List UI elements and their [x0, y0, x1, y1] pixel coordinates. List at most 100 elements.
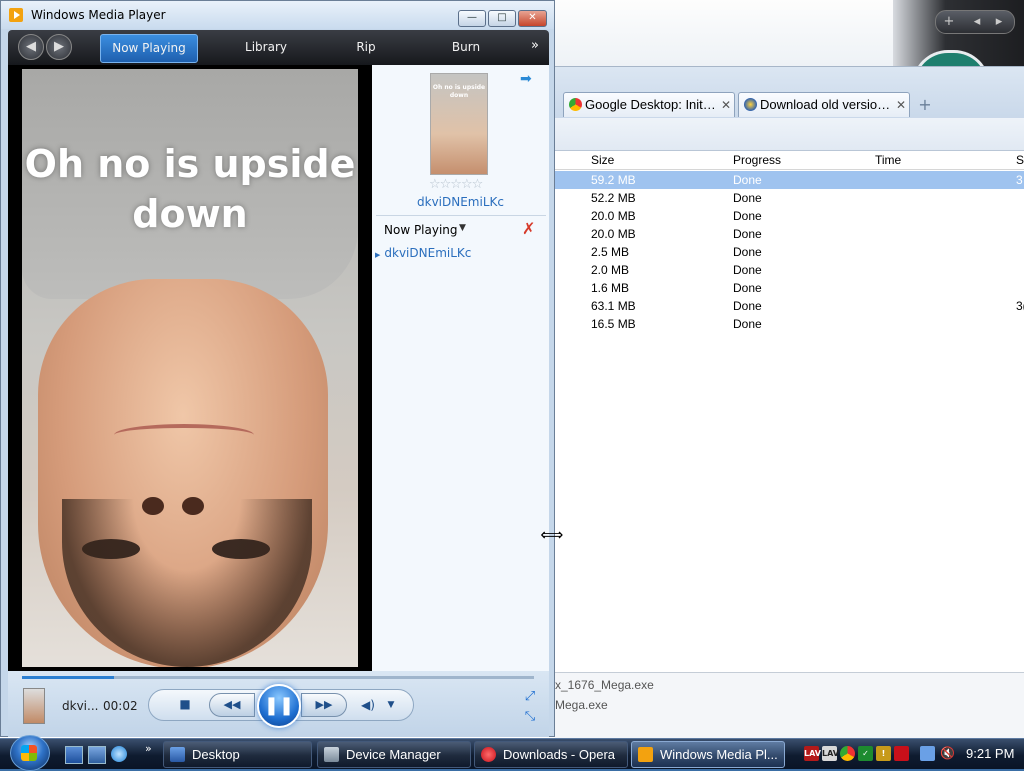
column-speed[interactable]: S	[1016, 153, 1024, 167]
star-rating[interactable]: ☆☆☆☆☆	[429, 177, 483, 192]
switch-to-skin-icon[interactable]: ⤡	[522, 709, 538, 725]
show-desktop-icon[interactable]	[65, 746, 83, 764]
table-row[interactable]: 20.0 MB Done	[555, 207, 1024, 225]
next-button[interactable]: ▶▶	[301, 693, 347, 717]
more-tabs-button[interactable]: »	[531, 38, 539, 53]
task-downloads-opera[interactable]: Downloads - Opera	[474, 741, 628, 768]
video-mouth	[114, 424, 254, 446]
opera-toolbar	[555, 118, 1024, 151]
clock[interactable]: 9:21 PM	[966, 746, 1014, 761]
taskbar: » Desktop Device Manager Downloads - Ope…	[0, 735, 1024, 771]
downloads-table: Size Progress Time S 59.2 MB Done 3 52.2 MB…	[555, 151, 1024, 671]
gadget-controls[interactable]: + ◂ ▸	[935, 10, 1015, 34]
stop-button[interactable]: ■	[177, 695, 193, 713]
start-button[interactable]	[10, 735, 50, 771]
table-row[interactable]: 52.2 MB Done	[555, 189, 1024, 207]
column-time[interactable]: Time	[875, 153, 901, 167]
playlist-item[interactable]: ▶ dkviDNEmiLKc	[375, 246, 471, 260]
task-desktop[interactable]: Desktop	[163, 741, 312, 768]
size-cell: 1.6 MB	[591, 281, 630, 295]
checkmark-icon[interactable]: ✓	[858, 746, 873, 761]
lav-icon[interactable]: LAV	[804, 746, 821, 761]
table-row[interactable]: 63.1 MB Done 3(	[555, 297, 1024, 315]
video-display[interactable]: Oh no is upside down	[22, 69, 358, 667]
size-cell: 20.0 MB	[591, 209, 636, 223]
volume-muted-icon[interactable]: 🔇	[940, 746, 955, 761]
size-cell: 2.5 MB	[591, 245, 630, 259]
tab-label: Download old versions ...	[760, 97, 893, 112]
network-icon[interactable]	[920, 746, 935, 761]
close-button[interactable]: ✕	[518, 10, 547, 27]
now-playing-thumbnail[interactable]	[23, 688, 45, 724]
forward-button[interactable]: ▶	[46, 34, 72, 60]
quick-launch-more-icon[interactable]: »	[145, 742, 152, 755]
close-tab-icon[interactable]: ✕	[896, 93, 906, 117]
size-cell: 63.1 MB	[591, 299, 636, 313]
maximize-button[interactable]: □	[488, 10, 516, 27]
google-desktop-icon[interactable]	[840, 746, 855, 761]
add-gadget-icon[interactable]: +	[940, 13, 958, 31]
seek-progress	[22, 676, 115, 679]
tab-rip[interactable]: Rip	[326, 34, 406, 61]
table-row[interactable]: 2.5 MB Done	[555, 243, 1024, 261]
progress-cell: Done	[733, 263, 762, 277]
size-cell: 52.2 MB	[591, 191, 636, 205]
table-header: Size Progress Time S	[555, 151, 1024, 170]
fullscreen-icon[interactable]: ⤢	[522, 689, 538, 705]
opera-tray-icon[interactable]	[894, 746, 909, 761]
now-playing-dropdown[interactable]: Now Playing	[384, 223, 458, 237]
arrow-right-icon[interactable]: ➡	[520, 71, 532, 87]
tab-google-desktop[interactable]: Google Desktop: Initial ... ✕	[563, 92, 735, 117]
table-row[interactable]: 16.5 MB Done	[555, 315, 1024, 333]
back-button[interactable]: ◀	[18, 34, 44, 60]
internet-explorer-icon[interactable]	[111, 746, 127, 762]
now-playing-title: dkvi...	[62, 699, 99, 713]
transport-controls: ■ ◀◀ ▶▶ ❚❚ ◀) ▼	[148, 684, 414, 728]
clear-list-icon[interactable]: ✗	[522, 219, 535, 238]
next-icon[interactable]: ▸	[990, 13, 1008, 31]
column-size[interactable]: Size	[591, 153, 614, 167]
task-windows-media-player[interactable]: Windows Media Pl...	[631, 741, 785, 768]
new-tab-icon[interactable]: +	[918, 97, 932, 113]
site-icon	[744, 98, 757, 111]
opera-tab-strip: Google Desktop: Initial ... ✕ Download o…	[555, 66, 1024, 119]
tab-now-playing[interactable]: Now Playing	[100, 34, 198, 63]
album-art-caption: Oh no is upside down	[432, 84, 486, 99]
title-bar[interactable]: Windows Media Player — □ ✕	[1, 1, 554, 29]
wmp-window: Windows Media Player — □ ✕ ◀ ▶ Now Playi…	[0, 0, 555, 737]
column-progress[interactable]: Progress	[733, 153, 781, 167]
album-art[interactable]: Oh no is upside down	[430, 73, 488, 175]
progress-cell: Done	[733, 299, 762, 313]
pause-button[interactable]: ❚❚	[257, 684, 301, 728]
lav-audio-icon[interactable]: LAV	[822, 746, 839, 761]
switch-windows-icon[interactable]	[88, 746, 106, 764]
minimize-button[interactable]: —	[458, 10, 486, 27]
tab-burn[interactable]: Burn	[426, 34, 506, 61]
seek-bar[interactable]	[22, 676, 534, 679]
media-title[interactable]: dkviDNEmiLKc	[372, 195, 549, 209]
size-cell: 2.0 MB	[591, 263, 630, 277]
volume-icon[interactable]: ◀)	[359, 696, 377, 714]
resize-cursor-icon: ⟺	[540, 525, 564, 544]
progress-cell: Done	[733, 209, 762, 223]
window-title: Windows Media Player	[31, 8, 166, 22]
video-caption: Oh no is upside down	[24, 142, 356, 236]
table-row[interactable]: 2.0 MB Done	[555, 261, 1024, 279]
close-tab-icon[interactable]: ✕	[721, 93, 731, 117]
tab-library[interactable]: Library	[224, 34, 308, 61]
progress-cell: Done	[733, 227, 762, 241]
volume-dropdown-icon[interactable]: ▼	[385, 696, 397, 714]
tab-download-old-versions[interactable]: Download old versions ... ✕	[738, 92, 910, 117]
system-tray: LAV LAV ✓ ! 🔇 9:21 PM	[798, 739, 1024, 769]
previous-button[interactable]: ◀◀	[209, 693, 255, 717]
table-row[interactable]: 59.2 MB Done 3	[555, 171, 1024, 189]
player-body: Oh no is upside down Oh no is upside dow…	[8, 65, 549, 671]
progress-cell: Done	[733, 173, 762, 187]
previous-icon[interactable]: ◂	[968, 13, 986, 31]
table-row[interactable]: 20.0 MB Done	[555, 225, 1024, 243]
chevron-down-icon[interactable]: ▼	[459, 223, 466, 233]
table-row[interactable]: 1.6 MB Done	[555, 279, 1024, 297]
security-shield-icon[interactable]: !	[876, 746, 891, 761]
task-device-manager[interactable]: Device Manager	[317, 741, 471, 768]
progress-cell: Done	[733, 281, 762, 295]
